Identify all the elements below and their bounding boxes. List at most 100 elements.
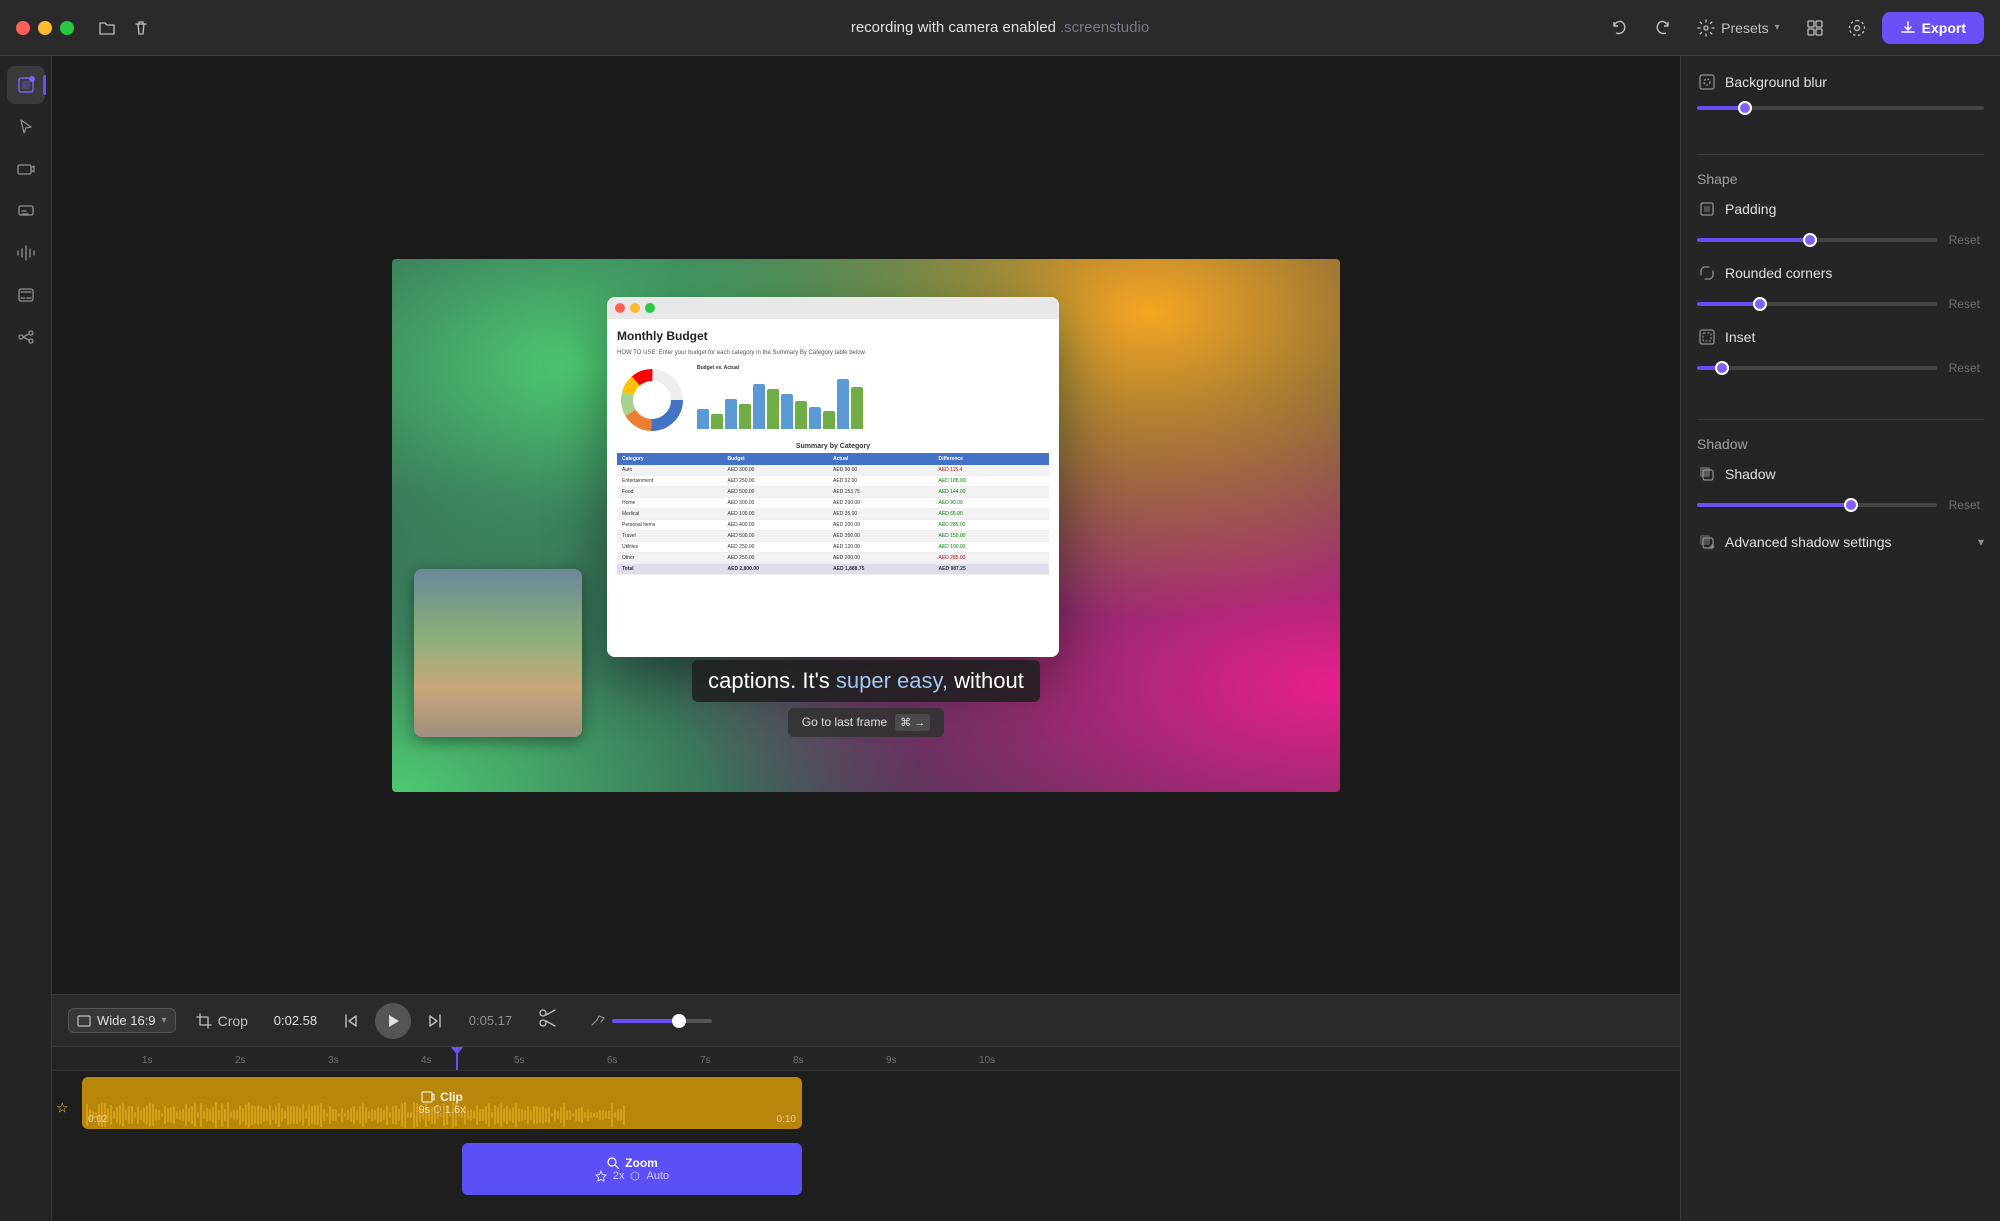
advanced-shadow-row[interactable]: Advanced shadow settings ▾ — [1697, 528, 1984, 556]
table-row: Food AED 500.00 AED 153.75 AED 144.00 — [617, 487, 1049, 498]
toolbar-connect[interactable] — [7, 318, 45, 356]
rounded-corners-slider[interactable] — [1697, 302, 1937, 306]
shadow-icon — [1697, 464, 1717, 484]
folder-button[interactable] — [90, 11, 124, 45]
rounded-corners-label: Rounded corners — [1725, 265, 1984, 281]
trash-button[interactable] — [124, 11, 158, 45]
col-category: Category — [622, 456, 728, 462]
title-main: recording with camera enabled — [851, 19, 1056, 36]
rounded-corners-reset-button[interactable]: Reset — [1945, 297, 1984, 311]
shape-section: Shape Padding Reset — [1697, 171, 1984, 391]
col-diff: Difference — [939, 456, 1045, 462]
aspect-ratio-selector[interactable]: Wide 16:9 ▾ — [68, 1008, 176, 1033]
rounded-corners-icon — [1697, 263, 1717, 283]
toolbar-audio[interactable] — [7, 234, 45, 272]
play-button[interactable] — [375, 1003, 411, 1039]
background-blur-label: Background blur — [1725, 74, 1984, 90]
zoom-meta: 2x Auto — [595, 1170, 669, 1182]
right-panel: Background blur Shape Padding — [1680, 56, 2000, 1221]
undo-button[interactable] — [1603, 11, 1637, 45]
background-blur-icon — [1697, 72, 1717, 92]
zoom-multiplier: 2x — [613, 1170, 625, 1182]
bar-chart-label: Budget vs. Actual — [697, 365, 1049, 371]
table-row: Travel AED 500.00 AED 350.00 AED 150.00 — [617, 531, 1049, 542]
speed-slider[interactable] — [612, 1019, 712, 1023]
layout-button[interactable] — [1798, 11, 1832, 45]
crop-button[interactable]: Crop — [188, 1009, 256, 1033]
table-row: Entertainment AED 250.00 AED 92.00 AED 1… — [617, 476, 1049, 487]
skip-start-button[interactable] — [335, 1005, 367, 1037]
background-blur-slider[interactable] — [1697, 106, 1984, 110]
maximize-button[interactable] — [60, 21, 74, 35]
clip-name: Clip — [440, 1090, 463, 1104]
app-close-dot — [615, 303, 625, 313]
inset-slider[interactable] — [1697, 366, 1937, 370]
left-toolbar — [0, 56, 52, 1221]
shadow-section: Shadow Shadow Reset — [1697, 436, 1984, 556]
inset-reset-button[interactable]: Reset — [1945, 361, 1984, 375]
table-row: Utilities AED 250.00 AED 120.00 AED 100.… — [617, 542, 1049, 553]
person-silhouette — [414, 569, 582, 737]
toolbar-cursor[interactable] — [7, 108, 45, 146]
shadow-row: Shadow — [1697, 464, 1984, 484]
scissors-button[interactable] — [530, 1004, 566, 1037]
toolbar-shortcut[interactable] — [7, 276, 45, 314]
bar-item — [823, 411, 835, 429]
speed-icon — [590, 1013, 606, 1029]
app-window: Monthly Budget HOW TO USE: Enter your bu… — [607, 297, 1059, 657]
ruler-mark-9s: 9s — [886, 1055, 897, 1066]
playhead-triangle — [451, 1047, 463, 1055]
minimize-button[interactable] — [38, 21, 52, 35]
aspect-chevron: ▾ — [162, 1015, 167, 1026]
redo-button[interactable] — [1645, 11, 1679, 45]
playhead[interactable] — [456, 1047, 458, 1070]
zoom-track: Zoom 2x Auto — [52, 1143, 1680, 1199]
inset-slider-row: Reset — [1697, 361, 1984, 375]
toolbar-select[interactable] — [7, 66, 45, 104]
toolbar-caption[interactable] — [7, 192, 45, 230]
skip-end-button[interactable] — [419, 1005, 451, 1037]
clip-label: Clip — [421, 1090, 463, 1104]
clip-time-end: 0:10 — [777, 1114, 796, 1125]
preview-area: Monthly Budget HOW TO USE: Enter your bu… — [52, 56, 1680, 1221]
close-button[interactable] — [16, 21, 30, 35]
presets-chevron: ▾ — [1775, 22, 1780, 33]
go-to-frame-button[interactable]: Go to last frame ⌘ → — [788, 708, 944, 737]
zoom-clip[interactable]: Zoom 2x Auto — [462, 1143, 802, 1195]
export-button[interactable]: Export — [1882, 12, 1984, 44]
bar-chart-inner — [697, 374, 1049, 429]
background-blur-row: Background blur — [1697, 72, 1984, 92]
canvas-background: Monthly Budget HOW TO USE: Enter your bu… — [392, 259, 1340, 792]
padding-icon — [1697, 199, 1717, 219]
shadow-slider[interactable] — [1697, 503, 1937, 507]
ruler-mark-8s: 8s — [793, 1055, 804, 1066]
presets-button[interactable]: Presets ▾ — [1687, 13, 1790, 43]
shadow-reset-button[interactable]: Reset — [1945, 498, 1984, 512]
caption-text: captions. It's super easy, without — [692, 660, 1040, 702]
zoom-clip-inner: Zoom 2x Auto — [462, 1143, 802, 1195]
aspect-icon — [77, 1014, 91, 1028]
title-ext: .screenstudio — [1060, 19, 1149, 36]
padding-reset-button[interactable]: Reset — [1945, 233, 1984, 247]
timeline-area: 1s 2s 3s 4s 5s 6s 7s 8s 9s 10s ☆ — [52, 1046, 1680, 1221]
toolbar-camera[interactable] — [7, 150, 45, 188]
main-clip[interactable]: // waveform bars rendered via JS below C… — [82, 1077, 802, 1129]
clip-time-start: 0:02 — [88, 1114, 107, 1125]
end-time: 0:05.17 — [463, 1013, 518, 1028]
zoom-label: Zoom — [606, 1156, 658, 1170]
col-budget: Budget — [728, 456, 834, 462]
bar-item — [725, 399, 737, 429]
ruler-mark-3s: 3s — [328, 1055, 339, 1066]
shape-heading: Shape — [1697, 171, 1984, 187]
clip-speed: 1.6x — [445, 1104, 466, 1116]
app-max-dot — [645, 303, 655, 313]
crop-label: Crop — [218, 1013, 248, 1029]
inset-label: Inset — [1725, 329, 1984, 345]
app-min-dot — [630, 303, 640, 313]
settings-button[interactable] — [1840, 11, 1874, 45]
clip-meta: 9s ⏱ 1.6x — [418, 1104, 465, 1117]
bar-item — [795, 401, 807, 429]
padding-slider[interactable] — [1697, 238, 1937, 242]
rounded-corners-row: Rounded corners — [1697, 263, 1984, 283]
padding-slider-row: Reset — [1697, 233, 1984, 247]
